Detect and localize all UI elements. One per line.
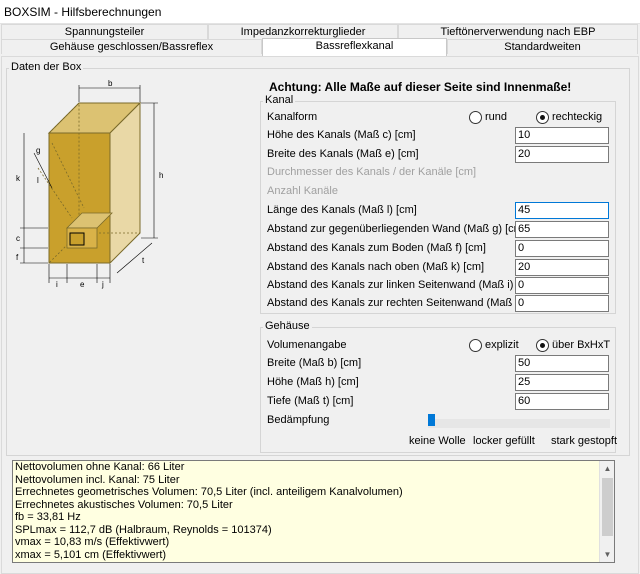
kanal-hoehe-label: Höhe des Kanals (Maß c) [cm] <box>267 129 416 141</box>
daempfung-slider-track[interactable] <box>428 419 610 428</box>
scroll-thumb[interactable] <box>602 478 613 536</box>
gehaeuse-breite-input[interactable]: 50 <box>515 355 609 372</box>
result-line: Nettovolumen ohne Kanal: 66 Liter <box>15 461 185 473</box>
title-bar: BOXSIM - Hilfsberechnungen <box>0 0 640 24</box>
tab-gehaeuse[interactable]: Gehäuse geschlossen/Bassreflex <box>1 39 262 54</box>
box-data-caption: Daten der Box <box>9 61 84 73</box>
kanal-caption: Kanal <box>263 94 296 106</box>
gehaeuse-caption: Gehäuse <box>263 320 312 332</box>
label-l: l <box>37 176 39 185</box>
abstand-oben-input[interactable]: 20 <box>515 259 609 276</box>
slider-label-locker: locker gefüllt <box>473 435 535 447</box>
radio-explizit-label[interactable]: explizit <box>485 339 519 351</box>
results-scrollbar[interactable]: ▲ ▼ <box>599 461 614 562</box>
abstand-boden-input[interactable]: 0 <box>515 240 609 257</box>
result-line: fb = 33,81 Hz <box>15 511 81 523</box>
label-g: g <box>36 146 40 155</box>
tab-bassreflexkanal[interactable]: Bassreflexkanal <box>262 38 447 56</box>
tab-standardweiten[interactable]: Standardweiten <box>447 39 638 54</box>
results-textarea[interactable]: Nettovolumen ohne Kanal: 66 Liter Nettov… <box>12 460 615 563</box>
scroll-up-icon[interactable]: ▲ <box>600 461 614 476</box>
gehaeuse-breite-label: Breite (Maß b) [cm] <box>267 357 362 369</box>
daempfung-slider-thumb[interactable] <box>428 414 435 426</box>
radio-bxhxt[interactable] <box>536 339 549 352</box>
kanal-laenge-label: Länge des Kanals (Maß l) [cm] <box>267 204 417 216</box>
tab-spannungsteiler[interactable]: Spannungsteiler <box>1 24 208 39</box>
radio-rechteckig[interactable] <box>536 111 549 124</box>
label-b: b <box>108 79 113 88</box>
abstand-links-input[interactable]: 0 <box>515 277 609 294</box>
slider-label-keine-wolle: keine Wolle <box>409 435 466 447</box>
result-line: SPLmax = 112,7 dB (Halbraum, Reynolds = … <box>15 523 272 536</box>
tab-impedanzkorrekturglieder[interactable]: Impedanzkorrekturglieder <box>208 24 398 39</box>
label-f: f <box>16 253 19 262</box>
label-t: t <box>142 256 145 265</box>
label-k: k <box>16 174 21 183</box>
abstand-wand-input[interactable]: 65 <box>515 221 609 238</box>
radio-rechteckig-label[interactable]: rechteckig <box>552 111 602 123</box>
result-line: Nettovolumen incl. Kanal: 75 Liter <box>15 473 180 486</box>
abstand-boden-label: Abstand des Kanals zum Boden (Maß f) [cm… <box>267 242 486 254</box>
result-line: vmax = 10,83 m/s (Effektivwert) <box>15 536 170 548</box>
kanal-anzahl-label: Anzahl Kanäle <box>267 185 338 197</box>
label-e: e <box>80 280 85 289</box>
port-opening <box>69 232 85 246</box>
kanalform-label: Kanalform <box>267 111 318 123</box>
kanal-laenge-input[interactable]: 45 <box>515 202 609 219</box>
tab-tieftoenerverwendung[interactable]: Tieftönerverwendung nach EBP <box>398 24 638 39</box>
abstand-rechts-label: Abstand des Kanals zur rechten Seitenwan… <box>267 297 546 309</box>
radio-rund-label[interactable]: rund <box>485 111 507 123</box>
kanal-breite-input[interactable]: 20 <box>515 146 609 163</box>
radio-explizit[interactable] <box>469 339 482 352</box>
abstand-wand-label: Abstand zur gegenüberliegenden Wand (Maß… <box>267 223 526 235</box>
volumenangabe-label: Volumenangabe <box>267 339 347 351</box>
result-line: Errechnetes geometrisches Volumen: 70,5 … <box>15 486 403 498</box>
kanal-breite-label: Breite des Kanals (Maß e) [cm] <box>267 148 419 160</box>
label-h: h <box>159 171 163 180</box>
gehaeuse-hoehe-input[interactable]: 25 <box>515 374 609 391</box>
label-j: j <box>101 280 104 289</box>
gehaeuse-tiefe-input[interactable]: 60 <box>515 393 609 410</box>
abstand-oben-label: Abstand des Kanals nach oben (Maß k) [cm… <box>267 261 485 273</box>
radio-rund[interactable] <box>469 111 482 124</box>
inner-dimensions-warning: Achtung: Alle Maße auf dieser Seite sind… <box>269 80 572 94</box>
kanal-durchmesser-label: Durchmesser des Kanals / der Kanäle [cm] <box>267 166 477 178</box>
gehaeuse-hoehe-label: Höhe (Maß h) [cm] <box>267 376 359 388</box>
result-line: xmax = 5,101 cm (Effektivwert) <box>15 548 167 561</box>
daempfung-label: Bedämpfung <box>267 414 330 426</box>
label-i: i <box>56 280 58 289</box>
label-c: c <box>16 234 20 243</box>
slider-label-gestopft: stark gestopft <box>551 435 618 447</box>
box-diagram: b h t g k l c f i e j <box>16 79 163 289</box>
radio-bxhxt-label[interactable]: über BxHxT <box>552 339 610 351</box>
kanal-hoehe-input[interactable]: 10 <box>515 127 609 144</box>
abstand-links-label: Abstand des Kanals zur linken Seitenwand… <box>267 279 538 291</box>
result-line: Errechnetes akustisches Volumen: 70,5 Li… <box>15 498 233 511</box>
abstand-rechts-input[interactable]: 0 <box>515 295 609 312</box>
gehaeuse-tiefe-label: Tiefe (Maß t) [cm] <box>267 395 354 407</box>
window-title: BOXSIM - Hilfsberechnungen <box>4 5 162 19</box>
scroll-down-icon[interactable]: ▼ <box>600 547 614 562</box>
